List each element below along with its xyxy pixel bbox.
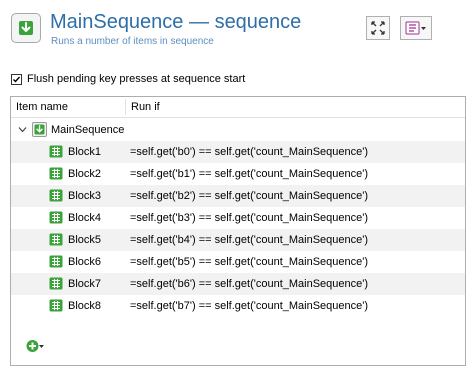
checkmark-icon xyxy=(13,76,21,83)
column-item-name[interactable]: Item name xyxy=(16,101,68,113)
item-type: sequence xyxy=(214,11,302,33)
flush-checkbox[interactable] xyxy=(11,73,22,85)
run-if-expression[interactable]: =self.get('b5') == self.get('count_MainS… xyxy=(130,256,368,268)
tree-item-row[interactable]: Block6 =self.get('b5') == self.get('count… xyxy=(11,251,465,273)
sequence-item-tree[interactable]: Item name Run if MainSequence Block1 =sel… xyxy=(10,96,466,366)
loop-block-icon xyxy=(49,233,63,246)
tree-item-row[interactable]: Block8 =self.get('b7') == self.get('count… xyxy=(11,295,465,317)
tree-item-row[interactable]: Block7 =self.get('b6') == self.get('count… xyxy=(11,273,465,295)
tree-item-row[interactable]: Block1 =self.get('b0') == self.get('count… xyxy=(11,141,465,163)
column-divider xyxy=(125,99,126,115)
sequence-icon xyxy=(11,13,41,43)
tree-item-row[interactable]: Block3 =self.get('b2') == self.get('count… xyxy=(11,185,465,207)
title-separator: — xyxy=(183,11,215,33)
item-name[interactable]: MainSequence xyxy=(50,11,183,33)
item-name: Block7 xyxy=(68,278,102,290)
fullscreen-icon xyxy=(371,21,385,35)
item-description: Runs a number of items in sequence xyxy=(51,36,214,47)
item-name: Block5 xyxy=(68,234,102,246)
add-item-button[interactable] xyxy=(26,339,46,353)
item-name: Block2 xyxy=(68,168,102,180)
tree-header: Item name Run if xyxy=(11,97,465,118)
run-if-expression[interactable]: =self.get('b3') == self.get('count_MainS… xyxy=(130,212,368,224)
chevron-down-icon[interactable] xyxy=(18,125,27,134)
loop-block-icon xyxy=(49,189,63,202)
menu-dropdown-icon xyxy=(405,21,426,35)
tree-item-row[interactable]: Block5 =self.get('b4') == self.get('count… xyxy=(11,229,465,251)
run-if-expression[interactable]: =self.get('b2') == self.get('count_MainS… xyxy=(130,190,368,202)
flush-label: Flush pending key presses at sequence st… xyxy=(27,73,246,85)
item-name: Block6 xyxy=(68,256,102,268)
loop-block-icon xyxy=(49,277,63,290)
loop-block-icon xyxy=(49,255,63,268)
loop-block-icon xyxy=(49,299,63,312)
options-menu-button[interactable] xyxy=(400,16,432,40)
page-title: MainSequence — sequence xyxy=(50,11,301,34)
run-if-expression[interactable]: =self.get('b4') == self.get('count_MainS… xyxy=(130,234,368,246)
tree-root-item[interactable]: MainSequence xyxy=(11,120,465,140)
item-name: Block1 xyxy=(68,146,102,158)
sequence-icon xyxy=(32,122,47,137)
fullscreen-button[interactable] xyxy=(366,16,390,40)
run-if-expression[interactable]: =self.get('b6') == self.get('count_MainS… xyxy=(130,278,368,290)
run-if-expression[interactable]: =self.get('b0') == self.get('count_MainS… xyxy=(130,146,368,158)
run-if-expression[interactable]: =self.get('b7') == self.get('count_MainS… xyxy=(130,300,368,312)
loop-block-icon xyxy=(49,211,63,224)
flush-keypress-option[interactable]: Flush pending key presses at sequence st… xyxy=(11,73,245,85)
loop-block-icon xyxy=(49,145,63,158)
tree-root-label: MainSequence xyxy=(51,124,125,136)
loop-block-icon xyxy=(49,167,63,180)
item-name: Block4 xyxy=(68,212,102,224)
item-name: Block3 xyxy=(68,190,102,202)
column-run-if[interactable]: Run if xyxy=(131,101,160,113)
run-if-expression[interactable]: =self.get('b1') == self.get('count_MainS… xyxy=(130,168,368,180)
add-plus-icon xyxy=(26,340,44,352)
tree-item-row[interactable]: Block4 =self.get('b3') == self.get('count… xyxy=(11,207,465,229)
tree-item-row[interactable]: Block2 =self.get('b1') == self.get('count… xyxy=(11,163,465,185)
item-name: Block8 xyxy=(68,300,102,312)
